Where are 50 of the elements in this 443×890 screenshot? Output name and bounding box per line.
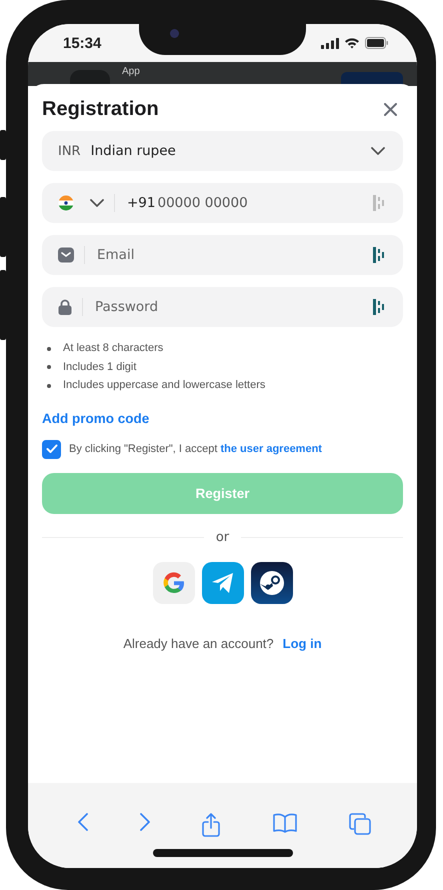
account-question: Already have an account? bbox=[123, 636, 274, 650]
paper-plane-icon bbox=[210, 572, 234, 594]
chevron-down-icon[interactable] bbox=[90, 199, 104, 207]
password-rule: At least 8 characters bbox=[63, 341, 164, 356]
google-icon bbox=[162, 570, 186, 594]
sheet-title: Registration bbox=[42, 98, 159, 121]
bullet-icon bbox=[47, 346, 51, 351]
divider-text: or bbox=[216, 530, 230, 546]
back-icon[interactable] bbox=[78, 813, 88, 831]
dial-code: +91 bbox=[127, 195, 156, 211]
agreement-checkbox[interactable] bbox=[42, 440, 61, 458]
bars-icon bbox=[373, 195, 385, 211]
status-time: 15:34 bbox=[63, 34, 102, 52]
book-icon[interactable] bbox=[272, 813, 297, 833]
phone-field[interactable]: +91 00000 00000 bbox=[42, 183, 403, 223]
email-input[interactable]: Email bbox=[97, 247, 363, 263]
lock-icon bbox=[58, 299, 72, 315]
password-rule: Includes 1 digit bbox=[63, 360, 136, 374]
steam-login-button[interactable] bbox=[250, 562, 292, 604]
currency-code: INR bbox=[58, 144, 81, 158]
forward-icon[interactable] bbox=[140, 813, 150, 831]
close-icon[interactable] bbox=[384, 103, 397, 116]
user-agreement-link[interactable]: the user agreement bbox=[220, 443, 322, 455]
password-field[interactable]: Password bbox=[42, 287, 403, 327]
password-rule: Includes uppercase and lowercase letters bbox=[63, 378, 266, 393]
login-link[interactable]: Log in bbox=[282, 636, 322, 650]
agreement-text: By clicking "Register", I accept the user agreement bbox=[69, 443, 322, 455]
chevron-down-icon bbox=[371, 147, 385, 155]
flag-icon bbox=[58, 195, 74, 211]
signal-icon bbox=[321, 38, 339, 48]
check-icon bbox=[46, 444, 58, 454]
email-field[interactable]: Email bbox=[42, 235, 403, 275]
promo-code-link[interactable]: Add promo code bbox=[42, 410, 150, 426]
envelope-icon bbox=[58, 247, 74, 263]
wifi-icon bbox=[344, 37, 360, 49]
battery-icon bbox=[365, 37, 389, 49]
password-input[interactable]: Password bbox=[95, 299, 363, 315]
share-icon[interactable] bbox=[202, 813, 220, 837]
bullet-icon bbox=[47, 365, 51, 370]
telegram-login-button[interactable] bbox=[202, 562, 244, 604]
google-login-button[interactable] bbox=[152, 562, 194, 604]
bullet-icon bbox=[47, 384, 51, 388]
phone-input[interactable]: 00000 00000 bbox=[158, 195, 363, 211]
app-title: App bbox=[122, 66, 140, 78]
steam-icon bbox=[258, 570, 284, 596]
currency-name: Indian rupee bbox=[90, 143, 176, 159]
tabs-icon[interactable] bbox=[348, 813, 371, 835]
currency-select[interactable]: INR Indian rupee bbox=[42, 131, 403, 171]
bars-icon bbox=[373, 247, 385, 263]
bars-icon bbox=[373, 299, 385, 315]
